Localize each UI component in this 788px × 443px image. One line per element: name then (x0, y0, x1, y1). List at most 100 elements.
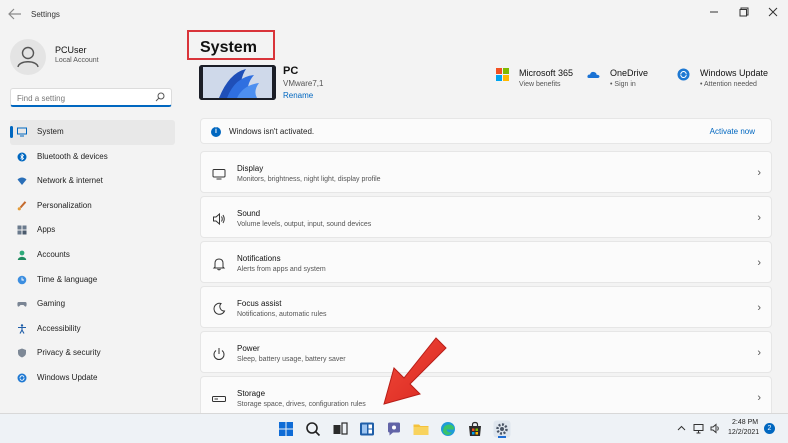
sidebar-item-accounts[interactable]: Accounts (10, 243, 175, 268)
main-content: System PC VMware7,1 Rename Microsoft 365… (186, 28, 788, 413)
pc-model: VMware7,1 (283, 79, 324, 88)
accessibility-icon (17, 324, 27, 334)
taskbar: 2:48 PM 12/2/2021 2 (0, 413, 788, 443)
sidebar-item-label: Accessibility (37, 323, 81, 333)
sidebar-item-windows-update[interactable]: Windows Update (10, 366, 175, 391)
row-subtitle: Notifications, automatic rules (237, 311, 327, 318)
row-subtitle: Sleep, battery usage, battery saver (237, 356, 346, 363)
windows-update-icon (677, 68, 690, 81)
page-title-highlight: System (187, 30, 275, 60)
row-title: Display (237, 164, 264, 173)
volume-icon[interactable] (710, 423, 721, 434)
search-input[interactable] (17, 92, 155, 104)
row-subtitle: Alerts from apps and system (237, 266, 326, 273)
sidebar-item-label: Windows Update (37, 372, 98, 382)
file-explorer-icon[interactable] (412, 420, 430, 438)
wifi-icon (17, 176, 27, 186)
chevron-right-icon: › (757, 347, 761, 359)
maximize-icon[interactable] (737, 5, 751, 19)
clock-time[interactable]: 2:48 PM (732, 419, 758, 426)
avatar[interactable] (10, 39, 46, 75)
sidebar-item-label: Gaming (37, 299, 66, 309)
rename-link[interactable]: Rename (283, 91, 313, 100)
info-icon: i (211, 127, 221, 137)
chevron-right-icon: › (757, 212, 761, 224)
search-icon[interactable] (155, 92, 165, 102)
windows-update-icon (17, 373, 27, 383)
storage-icon (212, 392, 226, 406)
settings-row-notifications[interactable]: Notifications Alerts from apps and syste… (200, 241, 772, 283)
quick-link-sub: • Attention needed (700, 81, 757, 88)
sidebar-item-label: Apps (37, 225, 56, 235)
sidebar-item-label: Personalization (37, 200, 92, 210)
settings-row-display[interactable]: Display Monitors, brightness, night ligh… (200, 151, 772, 193)
activate-now-link[interactable]: Activate now (710, 127, 755, 136)
sidebar-item-gaming[interactable]: Gaming (10, 292, 175, 317)
windows-start-icon[interactable] (277, 420, 295, 438)
sidebar-item-label: Time & language (37, 274, 98, 284)
search-icon[interactable] (304, 420, 322, 438)
shield-icon (17, 348, 27, 358)
sidebar-item-label: Privacy & security (37, 348, 101, 358)
sidebar-item-time-language[interactable]: Time & language (10, 268, 175, 293)
row-title: Notifications (237, 254, 281, 263)
onedrive-icon (587, 68, 600, 81)
row-subtitle: Storage space, drives, configuration rul… (237, 401, 366, 408)
settings-icon[interactable] (493, 420, 511, 438)
globe-clock-icon (17, 275, 27, 285)
minimize-icon[interactable] (707, 5, 721, 19)
sidebar-item-accessibility[interactable]: Accessibility (10, 317, 175, 342)
gamepad-icon (17, 299, 27, 309)
search-box[interactable] (10, 88, 172, 107)
sidebar-item-system[interactable]: System (10, 120, 175, 145)
activation-text: Windows isn't activated. (229, 127, 315, 136)
row-title: Sound (237, 209, 261, 218)
sidebar-item-privacy[interactable]: Privacy & security (10, 341, 175, 366)
bell-icon (212, 257, 226, 271)
row-title: Focus assist (237, 299, 282, 308)
settings-row-focus-assist[interactable]: Focus assist Notifications, automatic ru… (200, 286, 772, 328)
moon-icon (212, 302, 226, 316)
network-icon[interactable] (693, 423, 704, 434)
brush-icon (17, 200, 27, 211)
sidebar-item-bluetooth[interactable]: Bluetooth & devices (10, 145, 175, 170)
sidebar-item-label: Bluetooth & devices (37, 151, 108, 161)
row-title: Storage (237, 389, 266, 398)
sidebar-item-label: System (37, 127, 64, 136)
display-icon (212, 167, 226, 181)
speaker-icon (212, 212, 226, 226)
account-type: Local Account (55, 57, 99, 64)
task-view-icon[interactable] (331, 420, 349, 438)
store-icon[interactable] (466, 420, 484, 438)
sidebar-item-apps[interactable]: Apps (10, 218, 175, 243)
apps-icon (17, 225, 27, 235)
quick-link-title: Windows Update (700, 68, 769, 78)
settings-row-storage[interactable]: Storage Storage space, drives, configura… (200, 376, 772, 413)
settings-row-power[interactable]: Power Sleep, battery usage, battery save… (200, 331, 772, 373)
chevron-right-icon: › (757, 257, 761, 269)
title-bar: Settings (0, 0, 788, 28)
teams-chat-icon[interactable] (385, 420, 403, 438)
clock-date[interactable]: 12/2/2021 (728, 429, 759, 436)
quick-link-sub: View benefits (519, 81, 561, 88)
accounts-icon (17, 250, 27, 260)
system-icon (17, 127, 27, 137)
power-icon (212, 347, 226, 361)
sidebar-item-personalization[interactable]: Personalization (10, 194, 175, 219)
app-title: Settings (31, 10, 60, 19)
user-name: PCUser (55, 45, 87, 55)
settings-row-sound[interactable]: Sound Volume levels, output, input, soun… (200, 196, 772, 238)
activation-banner: i Windows isn't activated. Activate now (200, 118, 772, 144)
sidebar-item-label: Network & internet (37, 176, 103, 186)
chevron-up-icon[interactable] (676, 423, 687, 434)
chevron-right-icon: › (757, 302, 761, 314)
quick-link-sub: • Sign in (610, 81, 636, 88)
row-title: Power (237, 344, 260, 353)
back-arrow-icon[interactable] (8, 8, 22, 20)
notification-badge[interactable]: 2 (764, 423, 775, 434)
edge-icon[interactable] (439, 420, 457, 438)
page-title: System (200, 39, 257, 56)
widgets-icon[interactable] (358, 420, 376, 438)
close-icon[interactable] (766, 5, 780, 19)
sidebar-item-network[interactable]: Network & internet (10, 169, 175, 194)
